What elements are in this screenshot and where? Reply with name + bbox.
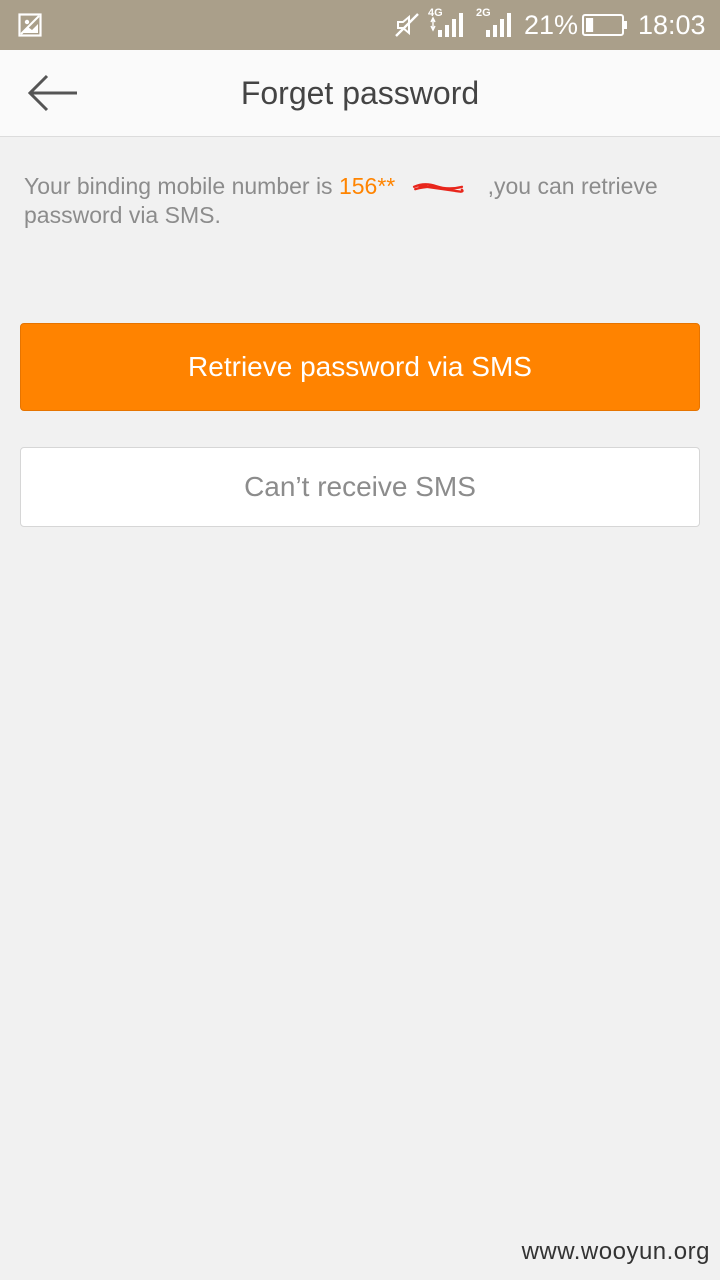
app-header: Forget password [0, 50, 720, 137]
status-clock: 18:03 [638, 10, 706, 40]
screen: 4G 2G 21% 18:03 Forget password Your bin… [0, 0, 720, 1280]
redaction-scribble [413, 183, 464, 193]
phone-visible-digits: 156** [338, 173, 396, 199]
signal-2g-indicator: 2G [476, 7, 516, 40]
info-prefix: Your binding mobile number is [24, 173, 339, 199]
battery-icon [582, 14, 627, 36]
watermark: www.wooyun.org [521, 1238, 710, 1265]
signal-icon [430, 13, 463, 37]
back-button[interactable] [22, 68, 84, 118]
arrow-left-icon [27, 74, 77, 112]
signal-icon [486, 13, 511, 37]
mute-icon [395, 13, 419, 37]
masked-phone-number: 156** [339, 173, 481, 199]
battery-percentage: 21% [524, 10, 579, 40]
image-icon [18, 13, 42, 37]
cant-receive-sms-button[interactable]: Can’t receive SMS [20, 447, 700, 527]
page-title: Forget password [240, 75, 480, 111]
binding-info-text: Your binding mobile number is 156** ,you… [24, 172, 696, 230]
status-bar: 4G 2G 21% 18:03 [0, 0, 720, 50]
signal-4g-indicator: 4G [428, 7, 468, 40]
retrieve-via-sms-button[interactable]: Retrieve password via SMS [20, 323, 700, 411]
